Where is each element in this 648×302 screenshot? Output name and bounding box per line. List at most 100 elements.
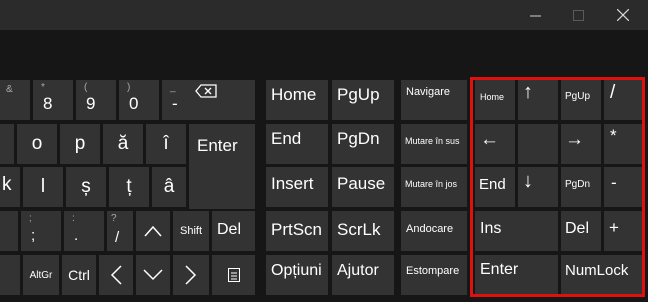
altgr-key[interactable]: AltGr: [23, 255, 59, 295]
key-period[interactable]: : .: [64, 211, 104, 251]
dock-label: Andocare: [406, 223, 454, 235]
key-scomma[interactable]: ș: [66, 167, 106, 207]
key-k[interactable]: k: [0, 167, 20, 207]
up-arrow-icon: [136, 211, 170, 251]
numpad-enter-label: Enter: [480, 261, 519, 278]
backspace-icon: [195, 84, 217, 103]
numpad-left-arrow-label: ←: [480, 129, 499, 150]
enter-key-label: Enter: [197, 136, 238, 155]
numpad-2-key[interactable]: ↓: [518, 167, 558, 207]
key-tcomma-label: ț: [126, 176, 132, 197]
key-l-label: l: [40, 176, 46, 197]
numpad-home-key[interactable]: Home: [475, 80, 515, 120]
numpad-multiply-key[interactable]: *: [604, 124, 644, 164]
numpad-6-key[interactable]: →: [561, 124, 601, 164]
key-0-shift-label: ): [127, 82, 131, 93]
nav-scrlk-key[interactable]: ScrLk: [332, 211, 394, 251]
down-arrow-icon: [136, 255, 170, 295]
nav-pgup-key[interactable]: PgUp: [332, 80, 394, 120]
key-8[interactable]: * 8: [33, 80, 73, 120]
key-space-partial[interactable]: [0, 255, 20, 295]
navigate-key[interactable]: Navigare: [401, 80, 467, 120]
key-up-arrow[interactable]: [136, 211, 170, 251]
key-left-arrow[interactable]: [99, 255, 133, 295]
key-i-partial[interactable]: [0, 124, 14, 164]
key-8-shift-label: *: [41, 82, 45, 93]
numpad-ins-label: Ins: [480, 220, 502, 237]
nav-pause-key[interactable]: Pause: [332, 167, 394, 207]
nav-options-key[interactable]: Opțiuni: [266, 255, 328, 295]
ctrl-key[interactable]: Ctrl: [62, 255, 96, 295]
key-7-partial[interactable]: &: [0, 80, 30, 120]
key-backspace[interactable]: [187, 80, 255, 120]
key-right-arrow[interactable]: [173, 255, 209, 295]
move-up-key[interactable]: Mutare în sus: [401, 124, 467, 164]
move-down-key[interactable]: Mutare în jos: [401, 167, 467, 207]
key-del[interactable]: Del: [212, 211, 255, 251]
key-9[interactable]: ( 9: [76, 80, 116, 120]
key-0-label: 0: [129, 94, 139, 113]
fade-key[interactable]: Estompare: [401, 255, 467, 295]
key-del-label: Del: [217, 221, 242, 238]
key-icirc-label: î: [163, 133, 169, 154]
numpad-enter-key[interactable]: Enter: [475, 255, 558, 295]
close-button[interactable]: [603, 0, 643, 30]
numpad-subtract-key[interactable]: -: [604, 167, 644, 207]
maximize-button[interactable]: [558, 0, 598, 30]
numpad-divide-key[interactable]: /: [604, 80, 644, 120]
menu-key[interactable]: [212, 255, 255, 295]
numpad-end-key[interactable]: End: [475, 167, 515, 207]
key-9-shift-label: (: [84, 82, 88, 93]
key-abreve[interactable]: ă: [103, 124, 143, 164]
key-m-partial[interactable]: [0, 211, 18, 251]
numpad-8-key[interactable]: ↑: [518, 80, 558, 120]
key-minus-label: -: [172, 94, 178, 113]
nav-insert-key[interactable]: Insert: [266, 167, 328, 207]
shift-key[interactable]: Shift: [173, 211, 209, 251]
numlock-label: NumLock: [565, 262, 629, 279]
numlock-key[interactable]: NumLock: [561, 255, 644, 295]
key-l[interactable]: l: [23, 167, 63, 207]
enter-key[interactable]: Enter: [189, 124, 255, 209]
numpad-ins-key[interactable]: Ins: [475, 211, 558, 251]
key-p[interactable]: p: [60, 124, 100, 164]
key-9-label: 9: [86, 94, 96, 113]
ctrl-key-label: Ctrl: [68, 267, 90, 283]
key-k-label: k: [2, 174, 12, 195]
move-down-label: Mutare în jos: [405, 179, 458, 189]
key-icirc[interactable]: î: [146, 124, 186, 164]
key-semicolon[interactable]: ; ;: [21, 211, 61, 251]
nav-home-key[interactable]: Home: [266, 80, 328, 120]
shift-key-label: Shift: [179, 225, 202, 237]
numpad-pgup-key[interactable]: PgUp: [561, 80, 601, 120]
numpad-del-key[interactable]: Del: [561, 211, 601, 251]
key-0[interactable]: ) 0: [119, 80, 159, 120]
fade-label: Estompare: [406, 265, 460, 277]
key-slash[interactable]: ? /: [107, 211, 133, 251]
nav-help-key[interactable]: Ajutor: [332, 255, 394, 295]
numpad-down-arrow-label: ↓: [523, 170, 533, 192]
key-tcomma[interactable]: ț: [109, 167, 149, 207]
key-down-arrow[interactable]: [136, 255, 170, 295]
dock-key[interactable]: Andocare: [401, 211, 467, 251]
close-icon: [617, 9, 629, 21]
key-slash-label: /: [115, 229, 120, 246]
nav-prtscn-key[interactable]: PrtScn: [266, 211, 328, 251]
key-8-label: 8: [43, 94, 53, 113]
key-acirc-label: â: [163, 176, 175, 197]
numpad-4-key[interactable]: ←: [475, 124, 515, 164]
numpad-pgdn-key[interactable]: PgDn: [561, 167, 601, 207]
numpad-5-key[interactable]: [518, 124, 558, 164]
maximize-icon: [572, 9, 584, 21]
numpad-multiply-label: *: [610, 126, 617, 145]
numpad-add-key[interactable]: +: [604, 211, 644, 251]
key-acirc[interactable]: â: [152, 167, 186, 207]
nav-end-key[interactable]: End: [266, 124, 328, 164]
title-bar: [0, 0, 648, 30]
move-up-label: Mutare în sus: [405, 136, 460, 146]
key-o[interactable]: o: [17, 124, 57, 164]
nav-end-label: End: [271, 129, 302, 148]
nav-pgdn-key[interactable]: PgDn: [332, 124, 394, 164]
minimize-button[interactable]: [515, 0, 555, 30]
minimize-icon: [529, 10, 541, 21]
